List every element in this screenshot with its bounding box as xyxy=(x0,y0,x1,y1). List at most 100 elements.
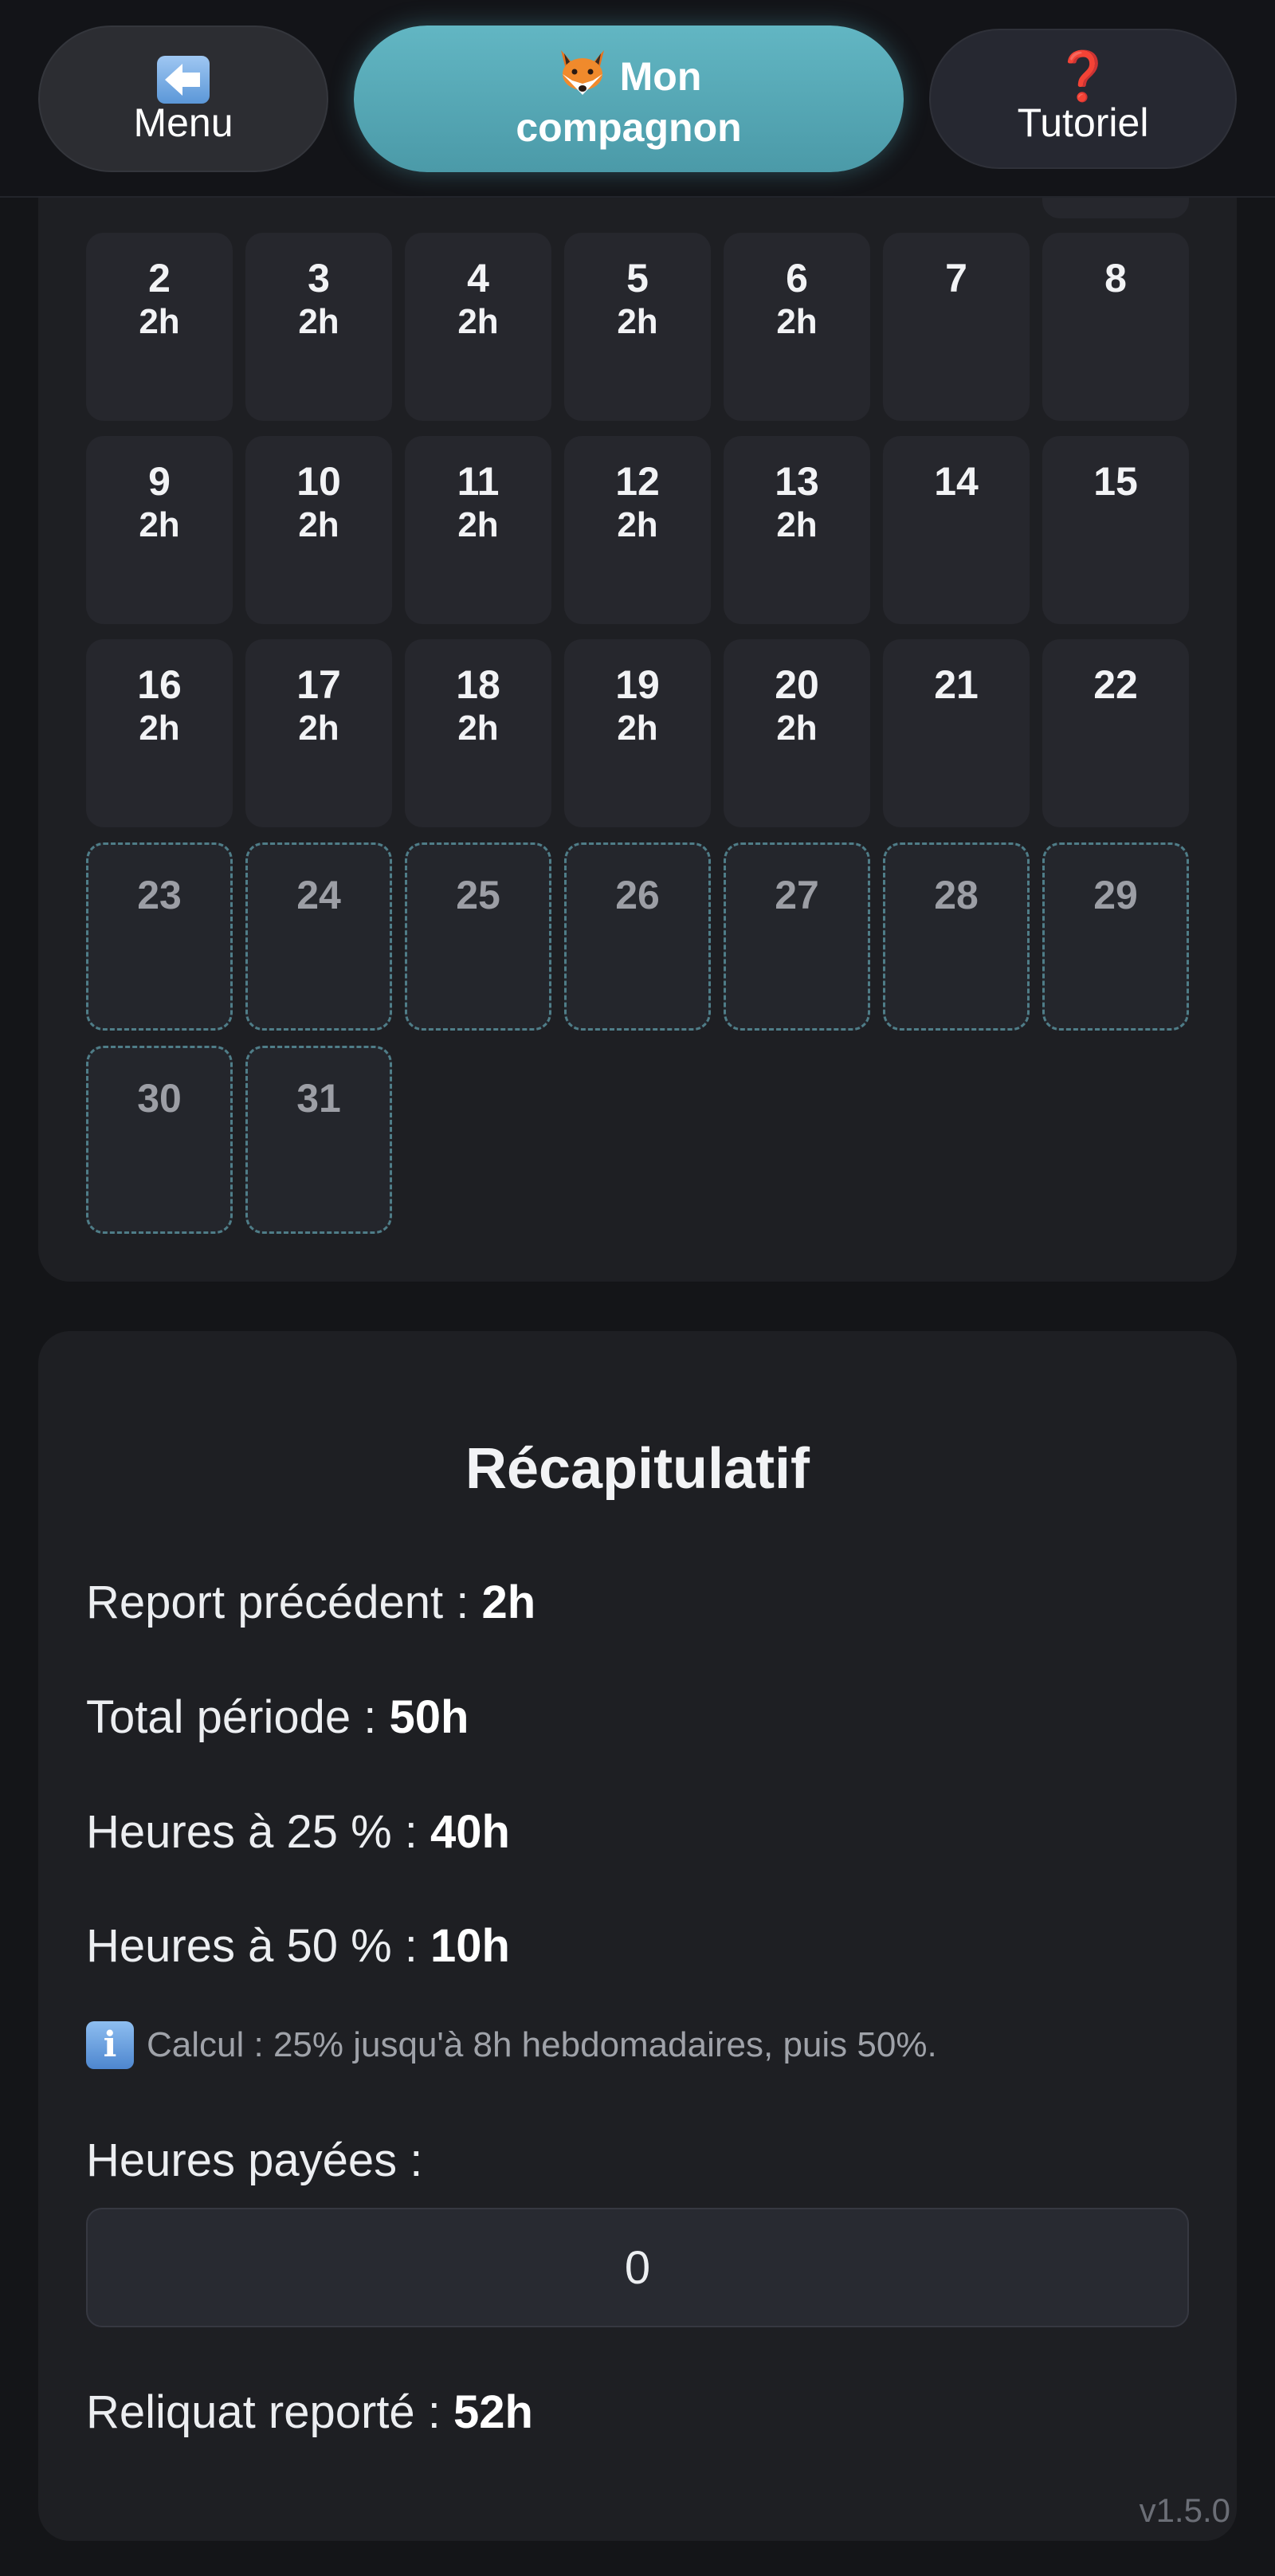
hours-25-row: Heures à 25 % : 40h xyxy=(86,1804,510,1860)
day-number: 7 xyxy=(945,256,967,300)
calendar-day-cell[interactable]: 9 2h xyxy=(86,436,233,624)
calendar-day-cell[interactable]: 14 xyxy=(883,436,1030,624)
calendar-day-cell[interactable]: 13 2h xyxy=(724,436,870,624)
calendar-day-cell[interactable]: 31 xyxy=(245,1046,392,1234)
remainder-value: 52h xyxy=(453,2386,533,2438)
calendar-day-cell[interactable]: 16 2h xyxy=(86,639,233,827)
day-hours: 2h xyxy=(617,302,658,341)
calendar-day-cell[interactable]: 19 2h xyxy=(564,639,711,827)
day-hours: 2h xyxy=(776,709,818,748)
calendar-day-cell[interactable]: 15 xyxy=(1042,436,1189,624)
question-mark-icon: ❓ xyxy=(1053,49,1113,103)
day-number: 17 xyxy=(296,662,341,707)
hours-50-label: Heures à 50 % : xyxy=(86,1920,430,1972)
summary-card: Récapitulatif Report précédent : 2h Tota… xyxy=(38,1331,1237,2541)
hours-50-value: 10h xyxy=(430,1920,510,1972)
day-number: 23 xyxy=(137,873,182,917)
period-total-label: Total période : xyxy=(86,1691,390,1743)
info-icon: i xyxy=(86,2021,134,2069)
tutorial-button[interactable]: ❓ Tutoriel xyxy=(929,29,1237,169)
period-total-row: Total période : 50h xyxy=(86,1690,469,1745)
previous-carryover-label: Report précédent : xyxy=(86,1577,482,1628)
calendar-day-cell[interactable]: 17 2h xyxy=(245,639,392,827)
day-hours: 2h xyxy=(298,302,339,341)
previous-carryover-row: Report précédent : 2h xyxy=(86,1575,536,1631)
calendar-day-cell[interactable]: 3 2h xyxy=(245,233,392,421)
calendar-day-cell[interactable]: 11 2h xyxy=(405,436,551,624)
day-number: 2 xyxy=(148,256,171,300)
hours-25-label: Heures à 25 % : xyxy=(86,1806,430,1858)
day-number: 10 xyxy=(296,459,341,504)
day-number: 31 xyxy=(296,1076,341,1121)
day-number: 27 xyxy=(775,873,819,917)
remainder-label: Reliquat reporté : xyxy=(86,2386,454,2438)
paid-hours-input[interactable] xyxy=(86,2208,1189,2327)
day-number: 3 xyxy=(308,256,330,300)
day-number: 18 xyxy=(456,662,500,707)
calendar-day-cell[interactable]: 5 2h xyxy=(564,233,711,421)
day-hours: 2h xyxy=(776,505,818,544)
calendar-day-cell[interactable]: 22 xyxy=(1042,639,1189,827)
previous-week-day-cell[interactable] xyxy=(1042,198,1189,218)
calendar-day-cell[interactable]: 29 xyxy=(1042,842,1189,1031)
paid-hours-label: Heures payées : xyxy=(86,2134,423,2186)
calendar-day-cell[interactable]: 28 xyxy=(883,842,1030,1031)
day-number: 22 xyxy=(1093,662,1138,707)
calendar-day-cell[interactable]: 25 xyxy=(405,842,551,1031)
calendar-day-cell[interactable]: 20 2h xyxy=(724,639,870,827)
calendar-day-cell[interactable]: 4 2h xyxy=(405,233,551,421)
calendar-day-cell[interactable]: 7 xyxy=(883,233,1030,421)
day-number: 20 xyxy=(775,662,819,707)
day-number: 13 xyxy=(775,459,819,504)
calculation-note: i Calcul : 25% jusqu'à 8h hebdomadaires,… xyxy=(86,2021,937,2069)
day-hours: 2h xyxy=(457,709,499,748)
day-number: 24 xyxy=(296,873,341,917)
day-number: 29 xyxy=(1093,873,1138,917)
calendar-day-cell[interactable]: 6 2h xyxy=(724,233,870,421)
day-hours: 2h xyxy=(617,505,658,544)
calendar-day-cell[interactable]: 12 2h xyxy=(564,436,711,624)
day-hours: 2h xyxy=(776,302,818,341)
day-number: 25 xyxy=(456,873,500,917)
day-hours: 2h xyxy=(298,505,339,544)
calculation-note-text: Calcul : 25% jusqu'à 8h hebdomadaires, p… xyxy=(147,2025,937,2064)
app-version: v1.5.0 xyxy=(1139,2492,1230,2529)
fox-icon xyxy=(556,49,609,105)
menu-label: Menu xyxy=(133,100,233,145)
companion-label-line2: compagnon xyxy=(516,104,742,150)
calendar-day-cell[interactable]: 18 2h xyxy=(405,639,551,827)
summary-title: Récapitulatif xyxy=(465,1437,810,1501)
companion-label-line1: Mon xyxy=(619,54,702,99)
calendar-day-cell[interactable]: 30 xyxy=(86,1046,233,1234)
day-number: 30 xyxy=(137,1076,182,1121)
day-hours: 2h xyxy=(139,505,180,544)
day-number: 4 xyxy=(467,256,489,300)
day-number: 6 xyxy=(786,256,808,300)
day-number: 14 xyxy=(934,459,979,504)
day-hours: 2h xyxy=(298,709,339,748)
remainder-row: Reliquat reporté : 52h xyxy=(86,2385,533,2441)
day-number: 16 xyxy=(137,662,182,707)
day-number: 26 xyxy=(615,873,660,917)
day-hours: 2h xyxy=(139,709,180,748)
calendar-day-cell[interactable]: 8 xyxy=(1042,233,1189,421)
day-hours: 2h xyxy=(457,505,499,544)
calendar-day-cell[interactable]: 27 xyxy=(724,842,870,1031)
calendar-card: 2 2h 3 2h 4 2h 5 2h 6 2h 7 8 9 2h 10 2h 11 2h 12 2h 13 2h 14 15… xyxy=(38,135,1237,1282)
day-hours: 2h xyxy=(617,709,658,748)
calendar-day-cell[interactable]: 21 xyxy=(883,639,1030,827)
day-number: 12 xyxy=(615,459,660,504)
calendar-day-cell[interactable]: 26 xyxy=(564,842,711,1031)
day-hours: 2h xyxy=(139,302,180,341)
hours-50-row: Heures à 50 % : 10h xyxy=(86,1918,510,1974)
calendar-day-cell[interactable]: 10 2h xyxy=(245,436,392,624)
companion-button[interactable]: Mon compagnon xyxy=(354,26,904,172)
menu-button[interactable]: Menu xyxy=(38,26,328,172)
calendar-day-cell[interactable]: 24 xyxy=(245,842,392,1031)
day-number: 19 xyxy=(615,662,660,707)
calendar-day-cell[interactable]: 2 2h xyxy=(86,233,233,421)
day-number: 28 xyxy=(934,873,979,917)
day-hours: 2h xyxy=(457,302,499,341)
day-number: 9 xyxy=(148,459,171,504)
calendar-day-cell[interactable]: 23 xyxy=(86,842,233,1031)
